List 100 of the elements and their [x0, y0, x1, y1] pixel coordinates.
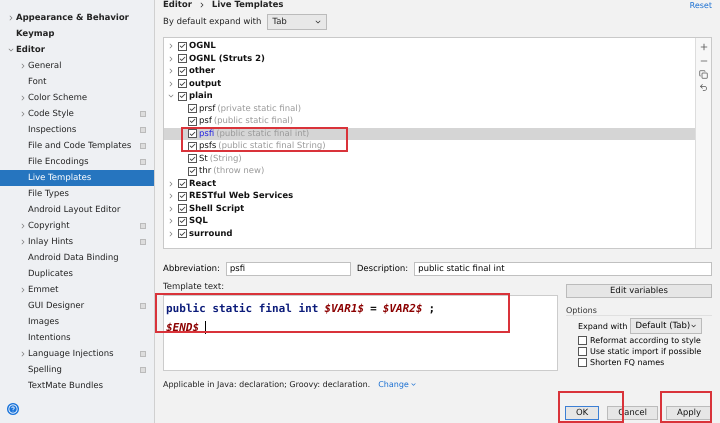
help-icon[interactable]: [7, 403, 19, 415]
sidebar-item[interactable]: General: [0, 58, 154, 74]
reset-link[interactable]: Reset: [690, 1, 712, 10]
change-link[interactable]: Change: [378, 380, 417, 389]
template-group-name: other: [189, 66, 215, 76]
template-name: psfi: [199, 128, 214, 139]
template-group-name: RESTful Web Services: [189, 191, 294, 202]
checkbox[interactable]: [178, 42, 187, 51]
sidebar-item[interactable]: Language Injections: [0, 346, 154, 362]
checkbox-label: Use static import if possible: [590, 347, 702, 356]
template-group-name: SQL: [189, 216, 208, 226]
checkbox[interactable]: [178, 66, 187, 76]
checkbox[interactable]: [178, 192, 187, 201]
sidebar-item[interactable]: GUI Designer: [0, 298, 154, 314]
template-description: (public static final int): [216, 128, 310, 139]
sidebar-item[interactable]: Android Data Binding: [0, 250, 154, 266]
copy-icon[interactable]: [699, 70, 708, 79]
description-field[interactable]: public static final int: [414, 262, 712, 276]
checkbox[interactable]: [578, 336, 587, 345]
field-label: Expand with: [578, 322, 628, 330]
sidebar-item[interactable]: Images: [0, 314, 154, 330]
checkbox[interactable]: [188, 142, 197, 151]
expand-dropdown[interactable]: Default (Tab): [630, 318, 702, 334]
sidebar-item[interactable]: Live Templates: [0, 170, 154, 186]
checkbox[interactable]: [188, 104, 197, 114]
tree-row[interactable]: output: [164, 78, 695, 90]
tree-row[interactable]: SQL: [164, 215, 695, 228]
checkbox[interactable]: [178, 229, 187, 238]
checkbox[interactable]: [178, 204, 187, 214]
sidebar-item[interactable]: Emmet: [0, 282, 154, 298]
tree-row[interactable]: prsf (private static final): [164, 102, 695, 115]
chevron-down-icon: [690, 322, 698, 330]
sidebar-item[interactable]: File Encodings: [0, 154, 154, 170]
edit-variables-button[interactable]: Edit variables: [566, 284, 712, 298]
tree-row[interactable]: OGNL: [164, 40, 695, 52]
dialog-button[interactable]: OK: [564, 406, 600, 420]
template-group-name: OGNL (Struts 2): [189, 54, 265, 64]
applicable-contexts: Applicable in Java: declaration; Groovy: declaration.: [163, 380, 370, 389]
field-label: Description:: [356, 264, 408, 274]
tree-row[interactable]: React: [164, 178, 695, 190]
breadcrumb-item: Live Templates: [212, 0, 284, 10]
sidebar-item[interactable]: Inspections: [0, 122, 154, 138]
tree-row[interactable]: St (String): [164, 152, 695, 165]
checkbox[interactable]: [578, 347, 587, 356]
template-name: prsf: [199, 104, 216, 114]
sidebar-item[interactable]: Copyright: [0, 218, 154, 234]
sidebar-item[interactable]: Code Style: [0, 106, 154, 122]
tree-row[interactable]: Shell Script: [164, 202, 695, 215]
sidebar-item[interactable]: File and Code Templates: [0, 138, 154, 154]
sidebar-item[interactable]: Font: [0, 74, 154, 90]
expand-dropdown[interactable]: Tab: [267, 14, 328, 30]
template-group-name: React: [189, 178, 216, 189]
template-description: (public static final String): [218, 141, 326, 152]
template-group-name: output: [189, 78, 222, 89]
tree-row[interactable]: psf (public static final): [164, 115, 695, 128]
sidebar-item[interactable]: Spelling: [0, 362, 154, 378]
sidebar-item[interactable]: Editor: [0, 42, 154, 58]
abbreviation-field[interactable]: psfi: [226, 262, 351, 276]
template-name: St: [199, 154, 208, 164]
tree-row[interactable]: surround: [164, 228, 695, 240]
tree-row[interactable]: OGNL (Struts 2): [164, 52, 695, 65]
template-group-name: Shell Script: [189, 204, 244, 214]
checkbox[interactable]: [178, 79, 187, 88]
sidebar-item[interactable]: TextMate Bundles: [0, 378, 154, 394]
sidebar-item[interactable]: Intentions: [0, 330, 154, 346]
sidebar-item[interactable]: Inlay Hints: [0, 234, 154, 250]
sidebar-item[interactable]: Duplicates: [0, 266, 154, 282]
checkbox[interactable]: [188, 129, 197, 138]
tree-row[interactable]: other: [164, 65, 695, 78]
tree-row[interactable]: plain: [164, 90, 695, 102]
tree-row[interactable]: RESTful Web Services: [164, 190, 695, 202]
chevron-down-icon: [7, 46, 15, 54]
checkbox[interactable]: [188, 154, 197, 164]
sidebar-item[interactable]: Android Layout Editor: [0, 202, 154, 218]
checkbox[interactable]: [578, 358, 587, 367]
checkbox[interactable]: [178, 216, 187, 226]
template-group-name: OGNL: [189, 41, 216, 52]
dialog-button[interactable]: Apply: [666, 406, 712, 420]
chevron-right-icon: [7, 14, 15, 22]
checkbox[interactable]: [178, 179, 187, 188]
template-description: (private static final): [217, 104, 302, 114]
checkbox[interactable]: [188, 166, 197, 176]
section-title: Options: [566, 306, 712, 316]
chevron-down-icon: [314, 18, 322, 26]
template-editor[interactable]: public static final int $VAR1$ = $VAR2$ ; $END$: [163, 295, 558, 371]
checkbox[interactable]: [178, 54, 187, 64]
tree-row[interactable]: psfs (public static final String): [164, 140, 695, 152]
add-icon[interactable]: [698, 42, 708, 52]
checkbox[interactable]: [188, 116, 197, 126]
chevron-right-icon: [19, 286, 27, 294]
tree-row[interactable]: psfi (public static final int): [164, 128, 695, 140]
tree-row[interactable]: thr (throw new): [164, 165, 695, 178]
undo-icon[interactable]: [699, 83, 708, 92]
sidebar-item[interactable]: Keymap: [0, 26, 154, 42]
template-description: (throw new): [213, 166, 264, 176]
checkbox[interactable]: [178, 92, 187, 101]
sidebar-item[interactable]: Appearance & Behavior: [0, 10, 154, 26]
sidebar-item[interactable]: File Types: [0, 186, 154, 202]
highlight-annotation: [660, 391, 712, 423]
sidebar-item[interactable]: Color Scheme: [0, 90, 154, 106]
